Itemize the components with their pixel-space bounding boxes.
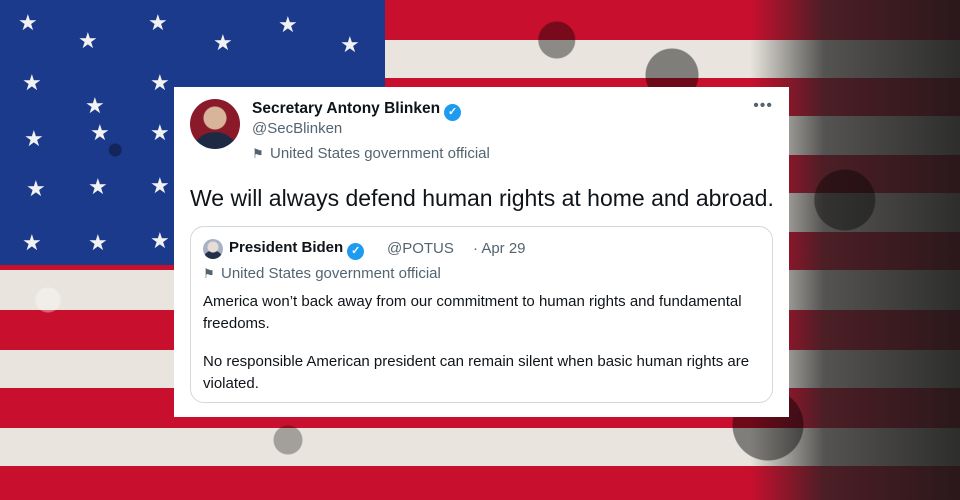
tweet-text: We will always defend human rights at ho…: [190, 185, 774, 211]
quoted-government-label: ⚑ United States government official: [203, 265, 441, 282]
verified-badge-icon: ✓: [444, 104, 462, 121]
author-name[interactable]: Secretary Antony Blinken: [252, 100, 440, 117]
flag-icon: ⚑: [203, 266, 215, 281]
flag-icon: ⚑: [252, 146, 264, 161]
quoted-author-name-row[interactable]: President Biden ✓: [229, 239, 365, 260]
author-name-row[interactable]: Secretary Antony Blinken ✓: [252, 100, 462, 121]
quoted-author-handle: @POTUS: [387, 240, 454, 257]
quoted-tweet-paragraph-1: America won’t back away from our commitm…: [203, 293, 742, 332]
quoted-author-name[interactable]: President Biden: [229, 239, 343, 256]
quoted-tweet[interactable]: President Biden ✓ @POTUS · Apr 29 ⚑ United…: [190, 226, 773, 403]
author-handle[interactable]: @SecBlinken: [252, 120, 342, 137]
quoted-government-label-text: United States government official: [221, 265, 441, 282]
tweet-card[interactable]: Secretary Antony Blinken ✓ @SecBlinken ⚑ U…: [174, 87, 789, 417]
quoted-author-avatar[interactable]: [203, 239, 223, 259]
more-options-icon[interactable]: •••: [753, 97, 773, 115]
government-label: ⚑ United States government official: [252, 145, 490, 162]
author-avatar[interactable]: [190, 99, 240, 149]
verified-badge-icon: ✓: [347, 243, 365, 260]
government-label-text: United States government official: [270, 145, 490, 162]
quoted-tweet-date[interactable]: · Apr 29: [473, 240, 526, 257]
quoted-tweet-paragraph-2: No responsible American president can re…: [203, 353, 750, 392]
